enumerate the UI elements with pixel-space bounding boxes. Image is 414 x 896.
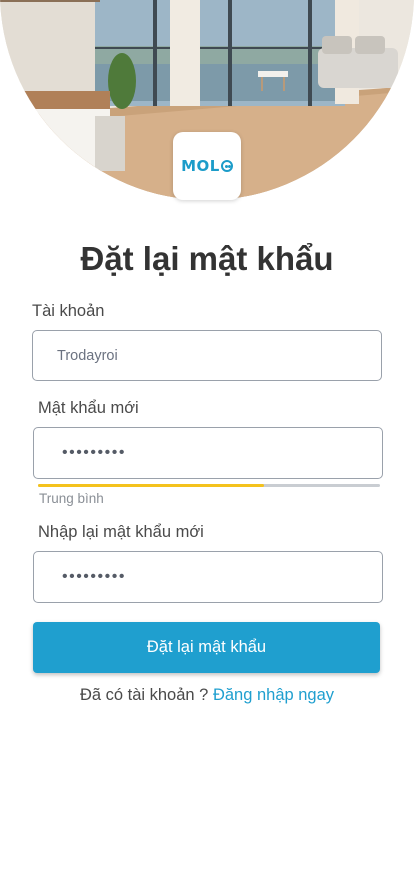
reset-password-button[interactable]: Đặt lại mật khẩu	[33, 622, 380, 673]
account-label: Tài khoản	[32, 302, 105, 320]
new-password-field-box	[33, 427, 383, 479]
password-strength-bar	[38, 484, 380, 487]
login-prompt: Đã có tài khoản ? Đăng nhập ngay	[0, 686, 414, 705]
logo-emblem-icon	[220, 160, 233, 172]
password-strength-label: Trung bình	[39, 491, 104, 506]
confirm-password-field-box	[33, 551, 383, 603]
logo-wordmark: MOL	[181, 157, 233, 175]
reset-password-screen: MOL Đặt lại mật khẩu Tài khoản Mật khẩu …	[0, 0, 414, 896]
page-title: Đặt lại mật khẩu	[80, 240, 334, 277]
password-strength-fill	[38, 484, 264, 487]
new-password-label: Mật khẩu mới	[38, 399, 139, 417]
account-input[interactable]	[33, 331, 381, 380]
confirm-password-input[interactable]	[34, 552, 382, 602]
new-password-input[interactable]	[34, 428, 382, 478]
login-prompt-text: Đã có tài khoản ?	[79, 686, 213, 704]
account-field-box	[32, 330, 382, 381]
confirm-password-label: Nhập lại mật khẩu mới	[38, 523, 204, 541]
app-logo: MOL	[173, 132, 241, 200]
login-link[interactable]: Đăng nhập ngay	[213, 686, 334, 704]
logo-text: MOL	[181, 157, 220, 175]
